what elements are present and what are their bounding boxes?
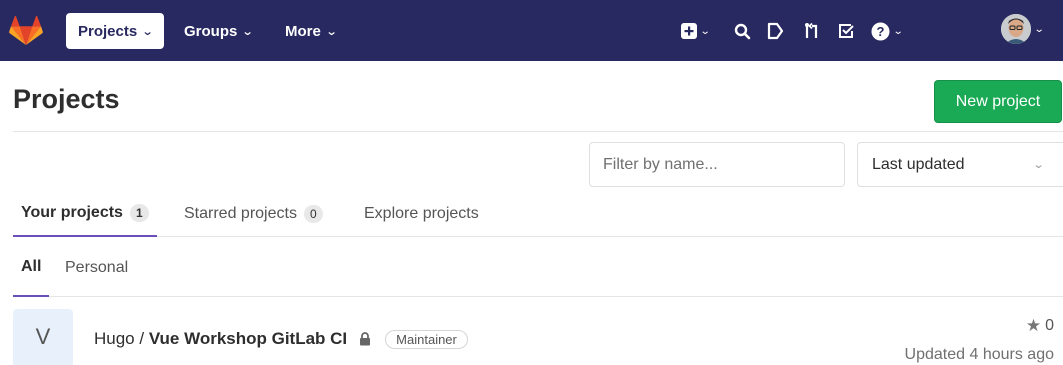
tab-label: Your projects [21, 203, 123, 221]
chevron-down-icon: ⌄ [1032, 159, 1045, 171]
tab-your-projects[interactable]: Your projects 1 [13, 190, 157, 237]
todo-icon [839, 24, 854, 38]
nav-groups-dropdown[interactable]: Groups ⌄ [172, 13, 265, 49]
project-filter-tabs: All Personal [13, 238, 1063, 297]
divider [13, 131, 1063, 132]
sort-dropdown[interactable]: Last updated ⌄ [857, 142, 1063, 187]
project-name: Vue Workshop GitLab CI [148, 329, 348, 348]
chevron-down-icon: ⌄ [325, 26, 338, 38]
filter-by-name-input[interactable]: Filter by name... [589, 142, 845, 187]
nav-groups-label: Groups [184, 22, 238, 40]
project-tabs: Your projects 1 Starred projects 0 Explo… [13, 190, 1063, 237]
help-icon: ? [871, 22, 890, 40]
project-title-link[interactable]: Hugo / Vue Workshop GitLab CI Maintainer [94, 329, 468, 349]
lock-icon [360, 332, 371, 346]
nav-more-dropdown[interactable]: More ⌄ [273, 13, 348, 49]
gitlab-logo-icon[interactable] [9, 16, 43, 46]
search-button[interactable] [734, 18, 751, 44]
star-count[interactable]: ★ 0 [1026, 316, 1054, 336]
nav-projects-dropdown[interactable]: Projects ⌄ [66, 13, 165, 49]
new-project-button[interactable]: New project [934, 80, 1062, 123]
nav-projects-label: Projects [78, 22, 138, 40]
tab-starred-projects[interactable]: Starred projects 0 [176, 190, 331, 237]
chevron-down-icon: ⌄ [141, 26, 154, 38]
merge-request-icon [805, 22, 818, 38]
tab-label: Explore projects [364, 204, 479, 222]
role-badge: Maintainer [385, 329, 468, 349]
page-title: Projects [13, 84, 120, 114]
tab-explore-projects[interactable]: Explore projects [356, 190, 487, 237]
sort-value: Last updated [872, 155, 965, 173]
project-avatar[interactable]: V [13, 309, 73, 365]
user-menu-dropdown[interactable]: ⌄ [1001, 14, 1045, 44]
issues-button[interactable] [767, 18, 784, 44]
tab-label: Starred projects [184, 204, 297, 222]
user-avatar [1001, 14, 1031, 44]
help-dropdown[interactable]: ? ⌄ [871, 18, 904, 44]
new-item-dropdown[interactable]: ⌄ [681, 18, 711, 44]
chevron-down-icon: ⌄ [241, 26, 254, 38]
issues-icon [767, 22, 784, 40]
svg-text:?: ? [877, 24, 885, 39]
subtab-all[interactable]: All [13, 238, 50, 297]
search-icon [734, 23, 751, 39]
subtab-personal[interactable]: Personal [57, 238, 136, 297]
top-navbar: Projects ⌄ Groups ⌄ More ⌄ ⌄ ? ⌄ ⌄ [0, 0, 1063, 61]
updated-time: Updated 4 hours ago [904, 346, 1054, 363]
star-count-value: 0 [1045, 317, 1054, 334]
chevron-down-icon: ⌄ [892, 25, 904, 37]
merge-requests-button[interactable] [803, 18, 821, 44]
star-icon: ★ [1025, 316, 1042, 335]
todos-button[interactable] [838, 18, 854, 44]
plus-square-icon [681, 23, 697, 39]
project-namespace: Hugo / Vue Workshop GitLab CI [94, 329, 348, 348]
count-badge: 1 [129, 203, 149, 222]
count-badge: 0 [303, 204, 323, 223]
nav-more-label: More [285, 22, 321, 40]
chevron-down-icon: ⌄ [699, 25, 711, 37]
chevron-down-icon: ⌄ [1033, 23, 1045, 35]
